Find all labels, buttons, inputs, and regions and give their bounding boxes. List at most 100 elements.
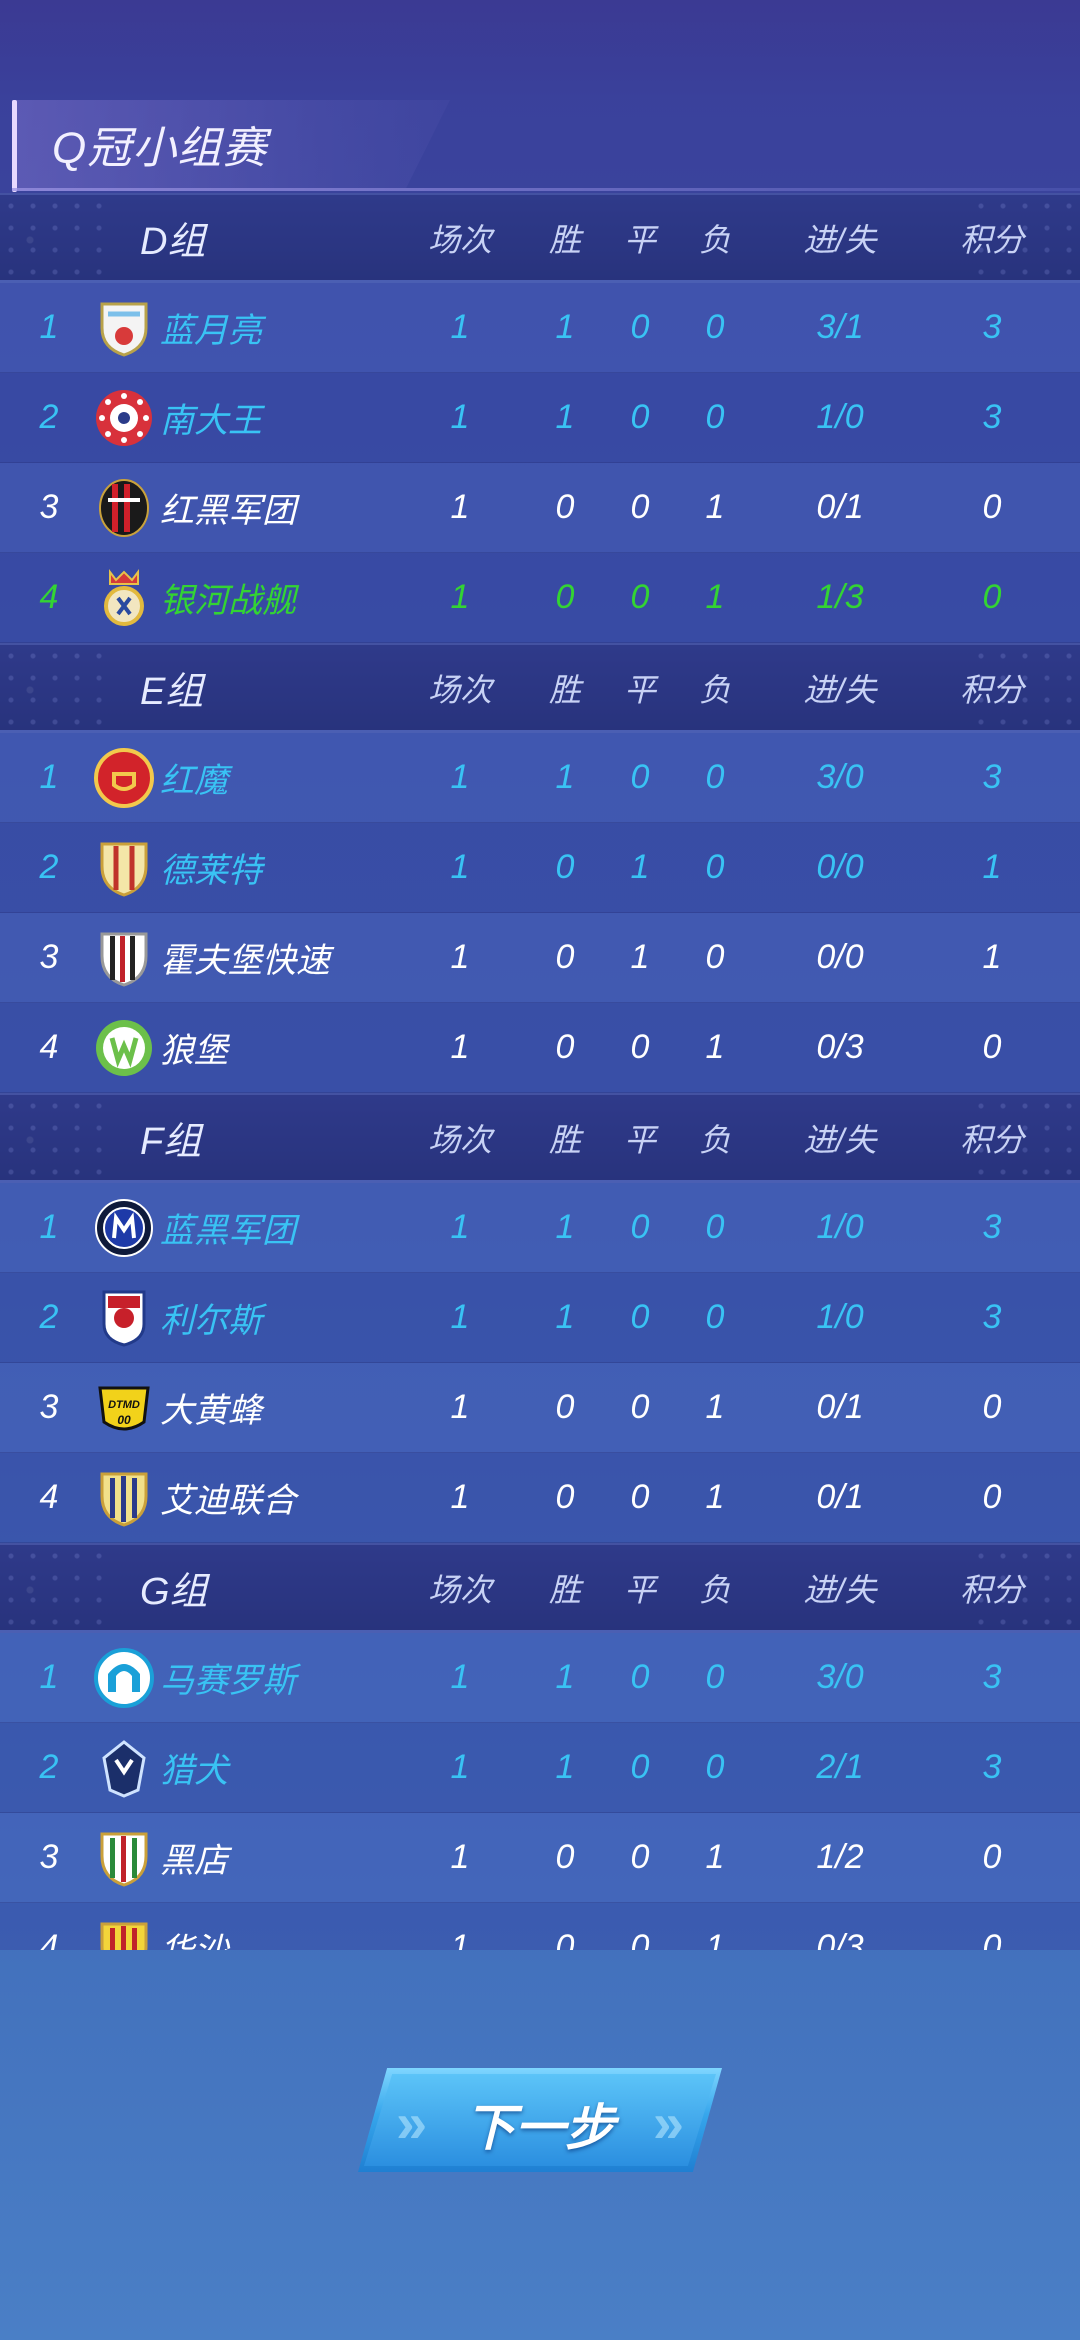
table-row[interactable]: 3 霍夫堡快速 1 0 1 0 0/0 1 <box>0 913 1080 1003</box>
royal-crown-crest-icon <box>94 568 154 628</box>
lost-cell: 0 <box>705 308 725 346</box>
blue-black-m-crest-icon <box>94 1198 154 1258</box>
next-step-button[interactable]: » » 下一步 <box>358 2068 722 2172</box>
points-cell: 3 <box>982 758 1002 796</box>
hound-crest-icon <box>94 1738 154 1798</box>
team-name-cell: 蓝月亮 <box>160 312 262 350</box>
lost-cell: 0 <box>705 1658 725 1696</box>
green-w-crest-icon <box>94 1018 154 1078</box>
team-name-cell: 大黄蜂 <box>160 1392 262 1430</box>
team-name-cell: 艾迪联合 <box>160 1482 296 1520</box>
points-cell: 3 <box>982 1748 1002 1786</box>
table-row[interactable]: 2 利尔斯 1 1 0 0 1/0 3 <box>0 1273 1080 1363</box>
draw-cell: 0 <box>630 1928 650 1950</box>
table-row[interactable]: 4 银河战舰 1 0 0 1 1/3 0 <box>0 553 1080 643</box>
team-logo-cell <box>90 913 158 1002</box>
goals-cell: 1/2 <box>816 1838 864 1876</box>
group-header: E组 场次 胜 平 负 进/失 积分 <box>0 643 1080 733</box>
won-cell: 0 <box>555 848 575 886</box>
group-name: G组 <box>140 1571 208 1613</box>
col-played-header: 场次 <box>427 1571 492 1608</box>
green-red-stripes-shield-icon <box>94 1828 154 1888</box>
team-logo-cell <box>90 733 158 822</box>
table-row[interactable]: 4 艾迪联合 1 0 0 1 0/1 0 <box>0 1453 1080 1543</box>
table-row[interactable]: 1 蓝黑军团 1 1 0 0 1/0 3 <box>0 1183 1080 1273</box>
table-row[interactable]: 3 黑店 1 0 0 1 1/2 0 <box>0 1813 1080 1903</box>
col-played-header: 场次 <box>427 221 492 258</box>
team-logo-cell <box>90 1633 158 1722</box>
goals-cell: 0/1 <box>816 488 864 526</box>
lost-cell: 0 <box>705 938 725 976</box>
draw-cell: 0 <box>630 398 650 436</box>
draw-cell: 0 <box>630 1298 650 1336</box>
draw-cell: 0 <box>630 1658 650 1696</box>
team-name-cell: 红黑军团 <box>160 492 296 530</box>
rank-cell: 3 <box>39 938 59 976</box>
svg-text:00: 00 <box>117 1413 131 1427</box>
goals-cell: 1/0 <box>816 1208 864 1246</box>
won-cell: 1 <box>555 1748 575 1786</box>
rank-cell: 4 <box>39 578 59 616</box>
draw-cell: 0 <box>630 758 650 796</box>
draw-cell: 0 <box>630 1208 650 1246</box>
title-underline <box>12 188 1080 191</box>
red-devil-crest-icon <box>94 747 154 808</box>
draw-cell: 0 <box>630 488 650 526</box>
played-cell: 1 <box>450 488 470 526</box>
points-cell: 1 <box>982 938 1002 976</box>
blue-arch-crest-icon <box>94 1647 154 1708</box>
played-cell: 1 <box>450 1658 470 1696</box>
table-row[interactable]: 1 红魔 1 1 0 0 3/0 3 <box>0 733 1080 823</box>
goals-cell: 3/0 <box>816 758 864 796</box>
blue-moon-crest-icon <box>94 298 154 358</box>
svg-text:DTMD: DTMD <box>108 1399 140 1411</box>
col-draw-header: 平 <box>623 671 656 708</box>
points-cell: 0 <box>982 1838 1002 1876</box>
draw-cell: 0 <box>630 1748 650 1786</box>
group-header: G组 场次 胜 平 负 进/失 积分 <box>0 1543 1080 1633</box>
lost-cell: 1 <box>705 1478 725 1516</box>
table-row[interactable]: 2 猎犬 1 1 0 0 2/1 3 <box>0 1723 1080 1813</box>
won-cell: 0 <box>555 938 575 976</box>
rank-cell: 4 <box>39 1478 59 1516</box>
team-name-cell: 猎犬 <box>160 1752 228 1790</box>
draw-cell: 0 <box>630 308 650 346</box>
team-logo-cell <box>90 283 158 372</box>
points-cell: 1 <box>982 848 1002 886</box>
table-row[interactable]: 2 南大王 1 1 0 0 1/0 3 <box>0 373 1080 463</box>
won-cell: 1 <box>555 1298 575 1336</box>
table-row[interactable]: 2 德莱特 1 0 1 0 0/0 1 <box>0 823 1080 913</box>
col-goals-header: 进/失 <box>803 1571 877 1608</box>
team-logo-cell <box>90 463 158 552</box>
table-row[interactable]: 1 蓝月亮 1 1 0 0 3/1 3 <box>0 283 1080 373</box>
rank-cell: 1 <box>39 758 59 796</box>
team-name-cell: 霍夫堡快速 <box>160 942 330 980</box>
col-won-header: 胜 <box>548 1121 581 1158</box>
table-row[interactable]: 3 大黄蜂 1 0 0 1 0/1 0 DTMD 00 <box>0 1363 1080 1453</box>
col-draw-header: 平 <box>623 221 656 258</box>
table-row[interactable]: 4 华沙 1 0 0 1 0/3 0 <box>0 1903 1080 1950</box>
rank-cell: 1 <box>39 1208 59 1246</box>
table-row[interactable]: 3 红黑军团 1 0 0 1 0/1 0 <box>0 463 1080 553</box>
rank-cell: 4 <box>39 1928 59 1950</box>
group-name: F组 <box>140 1121 202 1163</box>
played-cell: 1 <box>450 938 470 976</box>
table-row[interactable]: 4 狼堡 1 0 0 1 0/3 0 <box>0 1003 1080 1093</box>
standings-table[interactable]: D组 场次胜平负进/失 积分 1 蓝月亮 1 1 0 0 3/1 3 2 南大王 1 1 0 0 1/0 3 3 红黑军… <box>0 193 1080 1950</box>
played-cell: 1 <box>450 1748 470 1786</box>
played-cell: 1 <box>450 398 470 436</box>
rank-cell: 1 <box>39 308 59 346</box>
lost-cell: 0 <box>705 1748 725 1786</box>
page-title: Q冠小组赛 <box>52 124 268 173</box>
lost-cell: 1 <box>705 488 725 526</box>
table-row[interactable]: 1 马赛罗斯 1 1 0 0 3/0 3 <box>0 1633 1080 1723</box>
lost-cell: 0 <box>705 848 725 886</box>
points-cell: 0 <box>982 1388 1002 1426</box>
points-cell: 0 <box>982 488 1002 526</box>
goals-cell: 0/1 <box>816 1478 864 1516</box>
draw-cell: 1 <box>630 848 650 886</box>
points-cell: 0 <box>982 1478 1002 1516</box>
points-cell: 0 <box>982 578 1002 616</box>
red-black-stripes-crest-icon <box>94 478 154 538</box>
lost-cell: 0 <box>705 398 725 436</box>
